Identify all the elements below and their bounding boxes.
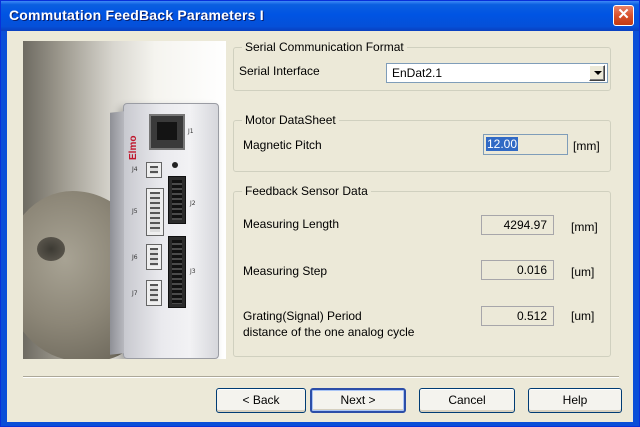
connector-j4 xyxy=(146,162,162,178)
connector-label-j2: J2 xyxy=(190,200,196,207)
magnetic-pitch-selected-text: 12.00 xyxy=(486,137,519,151)
serial-interface-select[interactable]: EnDat2.1 xyxy=(386,63,608,83)
title-bar[interactable]: Commutation FeedBack Parameters I ✕ xyxy=(1,1,639,31)
motor-datasheet-legend: Motor DataSheet xyxy=(242,113,339,127)
drive-side-panel xyxy=(110,111,124,355)
close-icon: ✕ xyxy=(617,6,630,23)
feedback-sensor-legend: Feedback Sensor Data xyxy=(242,184,371,198)
serial-interface-value: EnDat2.1 xyxy=(392,66,443,80)
dialog-window: Commutation FeedBack Parameters I ✕ Elmo… xyxy=(0,0,640,427)
connector-j3 xyxy=(168,236,186,308)
servo-drive-graphic: Elmo J1 J4 J5 J2 J6 J3 J7 xyxy=(110,103,219,359)
grating-period-value: 0.512 xyxy=(481,306,554,326)
next-button[interactable]: Next > xyxy=(310,388,406,413)
grating-period-sublabel: distance of the one analog cycle xyxy=(243,325,415,339)
cancel-button[interactable]: Cancel xyxy=(419,388,515,413)
connector-label-j4: J4 xyxy=(132,166,138,173)
window-title: Commutation FeedBack Parameters I xyxy=(9,7,264,23)
connector-label-j5: J5 xyxy=(132,208,138,215)
connector-label-j1: J1 xyxy=(188,128,194,135)
close-button[interactable]: ✕ xyxy=(613,5,634,26)
connector-label-j7: J7 xyxy=(132,290,138,297)
measuring-length-unit: [mm] xyxy=(571,220,598,234)
connector-label-j6: J6 xyxy=(132,254,138,261)
magnetic-pitch-label: Magnetic Pitch xyxy=(243,138,322,152)
chevron-down-icon[interactable] xyxy=(589,65,605,81)
connector-j6 xyxy=(146,244,162,270)
serial-interface-label: Serial Interface xyxy=(239,64,320,78)
serial-communication-legend: Serial Communication Format xyxy=(242,40,407,54)
connector-j5 xyxy=(146,188,164,236)
window-frame-right xyxy=(633,31,639,426)
measuring-length-value: 4294.97 xyxy=(481,215,554,235)
grating-period-unit: [um] xyxy=(571,309,595,323)
measuring-step-value: 0.016 xyxy=(481,260,554,280)
grating-period-label: Grating(Signal) Period xyxy=(243,309,362,323)
window-frame-left xyxy=(1,31,7,426)
measuring-step-unit: [um] xyxy=(571,265,595,279)
help-button[interactable]: Help xyxy=(528,388,622,413)
measuring-step-label: Measuring Step xyxy=(243,264,328,278)
button-separator xyxy=(23,376,619,378)
status-led xyxy=(172,162,178,168)
connector-j7 xyxy=(146,280,162,306)
connector-label-j3: J3 xyxy=(190,268,196,275)
stone-hole-graphic xyxy=(37,237,65,261)
magnetic-pitch-unit: [mm] xyxy=(573,139,600,153)
rj45-connector xyxy=(149,114,185,150)
measuring-length-label: Measuring Length xyxy=(243,217,340,231)
connector-j2 xyxy=(168,176,186,224)
back-button[interactable]: < Back xyxy=(216,388,306,413)
window-frame-bottom xyxy=(1,422,639,426)
elmo-logo: Elmo xyxy=(128,135,139,160)
product-image: Elmo J1 J4 J5 J2 J6 J3 J7 xyxy=(23,41,226,359)
